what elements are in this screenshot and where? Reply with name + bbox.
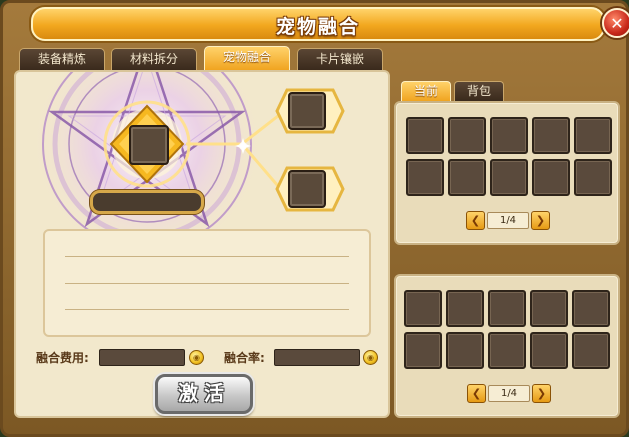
material-slot-1[interactable] — [288, 92, 326, 130]
page-indicator: 1/4 — [488, 385, 530, 402]
pet-cell[interactable] — [406, 159, 444, 196]
pet-cell[interactable] — [530, 332, 568, 369]
backpack-pets-panel: ❮ 1/4 ❯ — [394, 274, 620, 418]
pet-cell[interactable] — [574, 117, 612, 154]
fusion-fee-label: 融合费用: — [36, 351, 89, 365]
prev-page-button[interactable]: ❮ — [467, 384, 486, 403]
pet-cell[interactable] — [574, 159, 612, 196]
pet-fusion-window: 宠物融合 ✕ 装备精炼 材料拆分 宠物融合 卡片镶嵌 融合费用: ◉ 融合率: … — [0, 0, 629, 437]
tab-pet-fusion[interactable]: 宠物融合 — [204, 46, 290, 70]
fusion-fee-field — [99, 349, 185, 366]
fusion-description-box — [43, 229, 371, 337]
tab-equipment-refine[interactable]: 装备精炼 — [19, 48, 105, 70]
close-icon: ✕ — [610, 13, 624, 33]
desc-line — [65, 283, 349, 284]
pet-cell[interactable] — [404, 290, 442, 327]
pet-cell[interactable] — [404, 332, 442, 369]
pet-cell[interactable] — [572, 332, 610, 369]
pet-cell[interactable] — [490, 117, 528, 154]
tab-material-split[interactable]: 材料拆分 — [111, 48, 197, 70]
gold-coin-icon: ◉ — [189, 350, 204, 365]
page-indicator: 1/4 — [487, 212, 529, 229]
pet-cell[interactable] — [446, 290, 484, 327]
pet-name-bar — [90, 190, 204, 214]
next-page-button[interactable]: ❯ — [532, 384, 551, 403]
pet-cell[interactable] — [406, 117, 444, 154]
close-button[interactable]: ✕ — [602, 8, 629, 38]
tab-card-inlay[interactable]: 卡片镶嵌 — [297, 48, 383, 70]
fusion-rate-label: 融合率: — [224, 351, 265, 365]
title-bar: 宠物融合 — [31, 7, 605, 41]
activate-button[interactable]: 激活 — [155, 374, 253, 414]
tab-backpack[interactable]: 背包 — [454, 81, 504, 101]
gold-coin-icon: ◉ — [363, 350, 378, 365]
main-pet-slot[interactable] — [129, 125, 169, 165]
pet-cell[interactable] — [446, 332, 484, 369]
pet-cell[interactable] — [448, 117, 486, 154]
pet-cell[interactable] — [530, 290, 568, 327]
prev-page-button[interactable]: ❮ — [466, 211, 485, 230]
material-slot-2[interactable] — [288, 170, 326, 208]
desc-line — [65, 309, 349, 310]
pet-cell[interactable] — [448, 159, 486, 196]
pet-cell[interactable] — [532, 117, 570, 154]
pet-cell[interactable] — [488, 290, 526, 327]
pet-cell[interactable] — [572, 290, 610, 327]
fusion-rate-field — [274, 349, 360, 366]
pet-cell[interactable] — [532, 159, 570, 196]
pet-cell[interactable] — [488, 332, 526, 369]
window-title: 宠物融合 — [275, 16, 360, 38]
current-pets-panel: ❮ 1/4 ❯ — [394, 101, 620, 245]
next-page-button[interactable]: ❯ — [531, 211, 550, 230]
tab-current[interactable]: 当前 — [401, 81, 451, 101]
desc-line — [65, 256, 349, 257]
pet-cell[interactable] — [490, 159, 528, 196]
